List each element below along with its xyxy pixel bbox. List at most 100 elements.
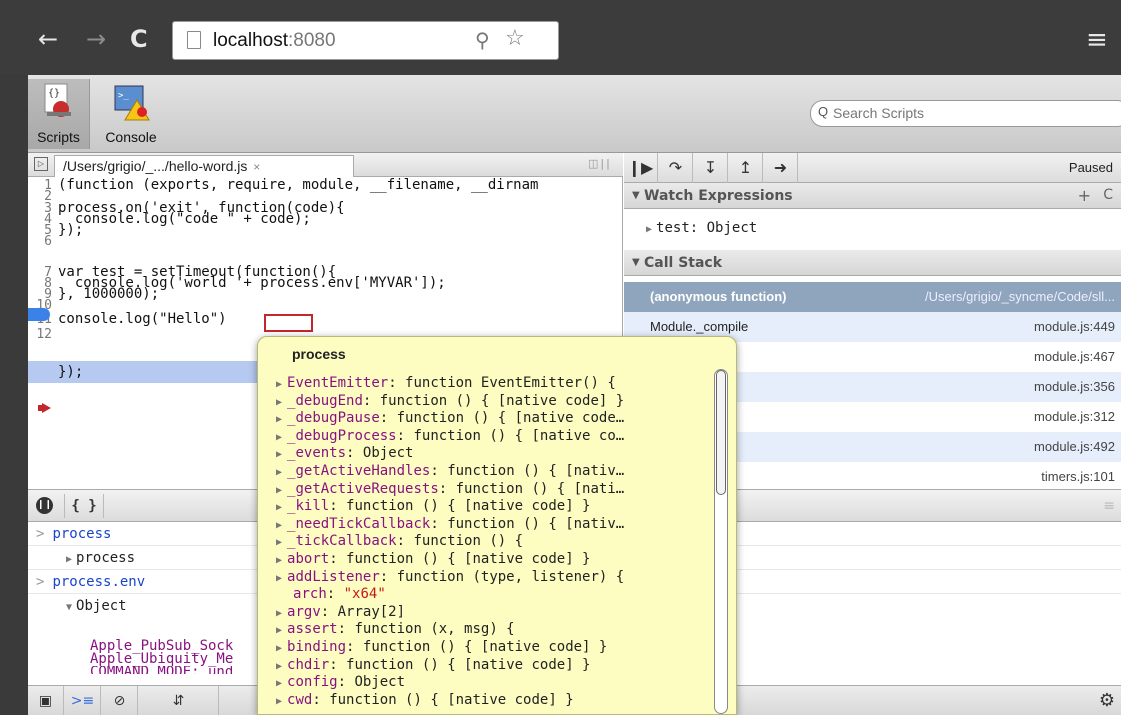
property-row[interactable]: ▶ _debugPause: function () { [native code… (276, 411, 716, 426)
code-text: }); (58, 222, 84, 238)
search-placeholder: Search Scripts (833, 105, 925, 121)
code-text: console.log("Hello") (58, 311, 227, 327)
drag-handle-icon[interactable]: ≡ (1103, 498, 1115, 514)
property-row[interactable]: ▶ cwd: function () { [native code] } (276, 693, 716, 708)
watch-item[interactable]: ▶ test: Object (646, 220, 757, 236)
line-number[interactable]: 6 (28, 235, 52, 248)
property-row[interactable]: ▶ _getActiveRequests: function () { [nati… (276, 480, 716, 497)
console-tool-button[interactable]: >_ Console (92, 79, 170, 149)
debugger-toolbar: ❙▶ ↷ ↧ ↥ ➜ Paused (624, 153, 1121, 183)
add-icon[interactable]: + (1078, 186, 1091, 205)
show-console-icon[interactable]: >≡ (65, 686, 101, 715)
code-line[interactable]: 6 (28, 235, 622, 248)
deactivate-breakpoints-icon[interactable]: ➜ (764, 153, 798, 183)
context-select-icon[interactable]: ⇵ (139, 686, 219, 715)
call-frame-location: timers.js:101 (1041, 469, 1115, 484)
expand-triangle-icon: ▶ (276, 414, 283, 426)
devtools-toolbar: {} Scripts >_ Console Q Search Scripts (28, 75, 1121, 153)
search-scripts-input[interactable]: Q Search Scripts (810, 100, 1121, 127)
property-key: arch (293, 586, 327, 603)
file-tab[interactable]: /Users/grigio/_.../hello-word.js × (54, 155, 354, 177)
collapse-triangle-icon: ▼ (66, 602, 73, 613)
property-value: "x64" (343, 586, 386, 603)
property-row[interactable]: ▶ assert: function (x, msg) { (276, 621, 716, 638)
property-value: function (type, listener) { (396, 568, 625, 585)
menu-icon[interactable]: ≡ (1086, 25, 1108, 55)
code-line[interactable]: 11console.log("Hello") (28, 311, 622, 327)
watch-expressions-header[interactable]: ▼ Watch Expressions + C (624, 183, 1121, 209)
step-out-icon[interactable]: ↥ (729, 153, 763, 183)
property-key: _debugEnd (287, 392, 363, 409)
split-panel-icon[interactable]: ◫|| (588, 157, 612, 170)
pause-on-exceptions-icon[interactable]: ❙❙ (36, 497, 53, 514)
breakpoint-marker[interactable] (28, 308, 50, 321)
resume-icon[interactable]: ❙▶ (624, 153, 658, 183)
sidebar-toggle-icon[interactable]: ▷ (34, 157, 48, 171)
property-value: function () { [nativ… (447, 463, 625, 479)
property-row[interactable]: ▶ _events: Object (276, 446, 716, 461)
code-line[interactable]: 5}); (28, 222, 622, 238)
zoom-icon[interactable]: ⚲ (475, 28, 490, 52)
call-frame-location: module.js:449 (1034, 319, 1115, 334)
property-row[interactable]: ▶ _needTickCallback: function () { [nativ… (276, 517, 716, 532)
property-value: function () { [native code] } (362, 639, 608, 655)
property-row[interactable]: ▶ EventEmitter: function EventEmitter() { (276, 376, 716, 391)
address-bar[interactable]: localhost:8080 ⚲ ☆ (172, 21, 559, 60)
scrollbar-thumb[interactable] (716, 370, 726, 495)
expand-triangle-icon: ▼ (632, 190, 640, 201)
code-line[interactable]: 4 console.log("code " + code); (28, 211, 622, 227)
expand-triangle-icon: ▶ (276, 660, 283, 672)
property-row[interactable]: ▶ _tickCallback: function () { (276, 534, 716, 549)
step-over-icon[interactable]: ↷ (659, 153, 693, 183)
property-key: _debugProcess (287, 427, 397, 444)
property-row[interactable]: ▶ argv: Array[2] (276, 603, 716, 620)
expand-triangle-icon: ▶ (646, 224, 653, 235)
gear-icon[interactable]: ⚙ (1099, 690, 1115, 711)
property-row[interactable]: arch: "x64" (276, 586, 716, 603)
reload-icon[interactable]: C (130, 24, 148, 54)
code-line[interactable]: 10 (28, 299, 622, 312)
property-row[interactable]: ▶ _debugProcess: function () { [native co… (276, 427, 716, 444)
call-stack-header[interactable]: ▼ Call Stack (624, 250, 1121, 276)
call-frame-location: module.js:492 (1034, 439, 1115, 454)
code-line[interactable]: 1 (function (exports, require, module, __… (28, 178, 622, 192)
close-icon[interactable]: × (253, 160, 260, 174)
search-icon: Q (818, 104, 829, 119)
property-key: argv (287, 603, 321, 620)
back-arrow-icon[interactable]: ← (38, 24, 58, 54)
code-text: }); (58, 364, 84, 380)
forward-arrow-icon[interactable]: → (86, 24, 106, 54)
call-frame[interactable]: (anonymous function) /Users/grigio/_syncm… (624, 282, 1121, 312)
refresh-icon[interactable]: C (1103, 187, 1113, 203)
property-value: function () { [native code] } (379, 392, 625, 409)
property-row[interactable]: ▶ binding: function () { [native code] } (276, 639, 716, 655)
bookmark-star-icon[interactable]: ☆ (505, 26, 525, 51)
call-frame-location: module.js:312 (1034, 409, 1115, 424)
property-value: function (x, msg) { (354, 621, 515, 638)
property-row[interactable]: ▶ _debugEnd: function () { [native code] … (276, 392, 716, 409)
scripts-tool-button[interactable]: {} Scripts (28, 79, 90, 149)
property-row[interactable]: ▶ addListener: function (type, listener) … (276, 568, 716, 585)
property-row[interactable]: ▶ chdir: function () { [native code] } (276, 658, 716, 673)
code-line[interactable]: 9}, 1000000); (28, 287, 622, 301)
clear-console-icon[interactable]: ⊘ (102, 686, 138, 715)
expand-triangle-icon: ▶ (276, 396, 283, 408)
step-into-icon[interactable]: ↧ (694, 153, 728, 183)
object-popover[interactable]: process ▶ EventEmitter: function EventEmi… (257, 336, 737, 715)
property-value: function () { [nati… (455, 480, 625, 497)
scripts-icon: {} (44, 83, 71, 117)
call-frame-name: Module._compile (650, 319, 749, 334)
code-text: console.log("code " + code); (58, 211, 311, 227)
property-row[interactable]: ▶ config: Object (276, 675, 716, 690)
console-icon: >_ (114, 85, 150, 121)
scripts-label: Scripts (37, 129, 80, 145)
expand-triangle-icon: ▶ (276, 537, 283, 549)
popover-scrollbar[interactable] (714, 369, 728, 714)
line-number[interactable]: 12 (28, 328, 52, 341)
property-row[interactable]: ▶ abort: function () { [native code] } (276, 552, 716, 567)
page-icon (187, 31, 201, 49)
dock-icon[interactable]: ▣ (28, 686, 64, 715)
property-row[interactable]: ▶ _kill: function () { [native code] } (276, 499, 716, 514)
property-row[interactable]: ▶ _getActiveHandles: function () { [nativ… (276, 463, 716, 479)
pretty-print-button[interactable]: { } (64, 494, 104, 518)
